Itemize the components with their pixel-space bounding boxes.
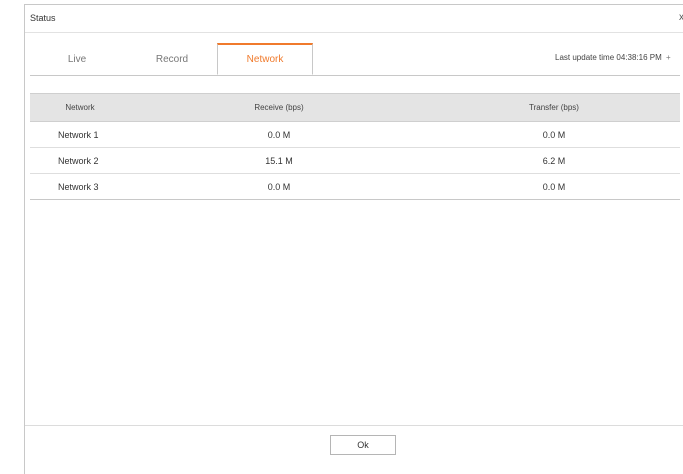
last-update-time: Last update time 04:38:16 PM + bbox=[555, 53, 671, 62]
receive-value: 15.1 M bbox=[130, 147, 428, 174]
transfer-value: 0.0 M bbox=[428, 121, 680, 148]
last-update-label: Last update time 04:38:16 PM bbox=[555, 53, 662, 62]
column-header-transfer: Transfer (bps) bbox=[428, 93, 680, 122]
table-row: Network 1 0.0 M 0.0 M bbox=[30, 121, 680, 148]
tab-record[interactable]: Record bbox=[125, 44, 219, 74]
column-header-network: Network bbox=[30, 93, 130, 122]
tab-live[interactable]: Live bbox=[30, 44, 124, 74]
table-header-row: Network Receive (bps) Transfer (bps) bbox=[30, 93, 680, 122]
refresh-icon[interactable]: + bbox=[666, 53, 671, 62]
table-row: Network 3 0.0 M 0.0 M bbox=[30, 173, 680, 200]
receive-value: 0.0 M bbox=[130, 121, 428, 148]
network-name: Network 1 bbox=[30, 121, 130, 148]
receive-value: 0.0 M bbox=[130, 173, 428, 200]
table-row: Network 2 15.1 M 6.2 M bbox=[30, 147, 680, 174]
network-name: Network 3 bbox=[30, 173, 130, 200]
transfer-value: 0.0 M bbox=[428, 173, 680, 200]
transfer-value: 6.2 M bbox=[428, 147, 680, 174]
network-table: Network Receive (bps) Transfer (bps) Net… bbox=[30, 93, 680, 200]
footer-divider bbox=[25, 425, 683, 426]
status-dialog: Status x Live Record Network Last update… bbox=[24, 4, 683, 474]
ok-button[interactable]: Ok bbox=[330, 435, 396, 455]
column-header-receive: Receive (bps) bbox=[130, 93, 428, 122]
close-icon[interactable]: x bbox=[679, 12, 683, 23]
dialog-title: Status bbox=[30, 13, 56, 23]
dialog-titlebar: Status x bbox=[25, 5, 683, 33]
network-name: Network 2 bbox=[30, 147, 130, 174]
tab-network[interactable]: Network bbox=[217, 43, 313, 75]
